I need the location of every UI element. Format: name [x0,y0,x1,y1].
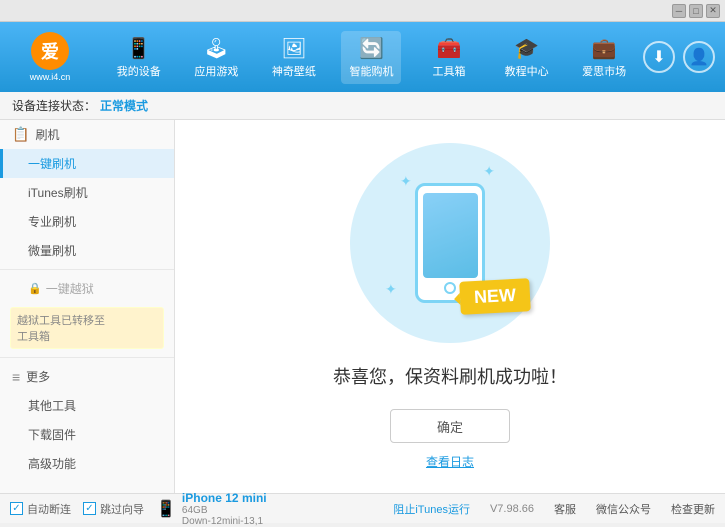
flash-section-icon: 📋 [12,126,29,143]
phone-screen [423,193,478,278]
nav-apps-games[interactable]: 🕹 应用游戏 [186,31,246,84]
apps-games-icon: 🕹 [204,36,229,61]
skip-wizard-checkbox-box[interactable]: ✓ [83,502,96,515]
nav-wallpaper[interactable]: 🖼 神奇壁纸 [264,31,324,84]
nav-bar: 📱 我的设备 🕹 应用游戏 🖼 神奇壁纸 🔄 智能购机 🧰 工具箱 🎓 教程中心… [100,31,643,84]
my-device-label: 我的设备 [117,63,161,79]
apple-shop-label: 爱思市场 [582,63,626,79]
check-update-link[interactable]: 检查更新 [671,501,715,517]
connection-status-value: 正常模式 [100,97,148,114]
status-bar: 设备连接状态： 正常模式 [0,92,725,120]
device-name: iPhone 12 mini [182,491,267,505]
new-badge: NEW [459,278,531,315]
apps-games-label: 应用游戏 [194,63,238,79]
wechat-link[interactable]: 微信公众号 [596,501,651,517]
nav-my-device[interactable]: 📱 我的设备 [109,31,169,84]
skip-wizard-checkbox[interactable]: ✓ 跳过向导 [83,501,144,517]
auto-close-label: 自动断连 [27,501,71,517]
logo[interactable]: 爱 www.i4.cn [10,32,90,82]
sidebar-item-download-firmware[interactable]: 下载固件 [0,420,174,449]
window-controls: ─ □ ✕ [672,4,720,18]
jailbreak-notice: 越狱工具已转移至工具箱 [10,307,164,349]
content-area: ✦ ✦ ✦ NEW 恭喜您，保资料刷机成功啦！ 确定 查看日志 [175,120,725,493]
lock-icon: 🔒 [28,282,42,295]
tutorial-icon: 🎓 [514,36,539,61]
bottom-bar: ✓ 自动断连 ✓ 跳过向导 📱 iPhone 12 mini 64GB Down… [0,493,725,523]
smart-shop-label: 智能购机 [349,63,393,79]
sidebar-item-pro-flash[interactable]: 专业刷机 [0,207,174,236]
divider-1 [0,269,174,270]
hero-circle: ✦ ✦ ✦ NEW [350,143,550,343]
sidebar-item-advanced[interactable]: 高级功能 [0,449,174,478]
wallpaper-label: 神奇壁纸 [272,63,316,79]
wallpaper-icon: 🖼 [281,36,306,61]
sidebar-flash-header[interactable]: 📋 刷机 [0,120,174,149]
sidebar-item-itunes-flash[interactable]: iTunes刷机 [0,178,174,207]
maximize-button[interactable]: □ [689,4,703,18]
logo-icon: 爱 [31,32,69,70]
device-phone-icon: 📱 [156,499,176,519]
toolbox-label: 工具箱 [433,63,466,79]
minimize-button[interactable]: ─ [672,4,686,18]
title-bar: ─ □ ✕ [0,0,725,22]
download-button[interactable]: ⬇ [643,41,675,73]
bottom-left: ✓ 自动断连 ✓ 跳过向导 📱 iPhone 12 mini 64GB Down… [10,491,393,527]
connection-status-label: 设备连接状态： [12,97,96,114]
star-icon-3: ✦ [385,281,397,298]
logo-url: www.i4.cn [30,72,71,82]
close-button[interactable]: ✕ [706,4,720,18]
sidebar-item-other-tools[interactable]: 其他工具 [0,391,174,420]
hero-illustration: ✦ ✦ ✦ NEW [350,143,550,343]
nav-tutorial[interactable]: 🎓 教程中心 [497,31,557,84]
header-actions: ⬇ 👤 [643,41,715,73]
auto-close-checkbox-box[interactable]: ✓ [10,502,23,515]
more-section-icon: ≡ [12,369,20,385]
skip-wizard-label: 跳过向导 [100,501,144,517]
star-icon-1: ✦ [400,173,412,190]
bottom-right: 阻止iTunes运行 V7.98.66 客服 微信公众号 检查更新 [393,501,715,517]
apple-shop-icon: 💼 [592,36,617,61]
sidebar: 📋 刷机 一键刷机 iTunes刷机 专业刷机 微量刷机 🔒 一键越狱 越狱工具… [0,120,175,493]
smart-shop-icon: 🔄 [359,36,384,61]
success-title: 恭喜您，保资料刷机成功啦！ [333,363,567,389]
sidebar-more-header[interactable]: ≡ 更多 [0,362,174,391]
more-section-label: 更多 [26,368,50,385]
itunes-status-link[interactable]: 阻止iTunes运行 [393,501,470,517]
customer-service-link[interactable]: 客服 [554,501,576,517]
sidebar-item-data-flash[interactable]: 微量刷机 [0,236,174,265]
flash-section-label: 刷机 [35,126,59,143]
device-version: Down-12mini-13,1 [182,516,267,527]
nav-smart-shop[interactable]: 🔄 智能购机 [341,31,401,84]
nav-apple-shop[interactable]: 💼 爱思市场 [574,31,634,84]
version-number: V7.98.66 [490,503,534,515]
account-button[interactable]: 👤 [683,41,715,73]
auto-close-checkbox[interactable]: ✓ 自动断连 [10,501,71,517]
view-log-link[interactable]: 查看日志 [426,453,474,470]
device-info: 📱 iPhone 12 mini 64GB Down-12mini-13,1 [156,491,267,527]
toolbox-icon: 🧰 [437,36,462,61]
header: 爱 www.i4.cn 📱 我的设备 🕹 应用游戏 🖼 神奇壁纸 🔄 智能购机 … [0,22,725,92]
main-area: 📋 刷机 一键刷机 iTunes刷机 专业刷机 微量刷机 🔒 一键越狱 越狱工具… [0,120,725,493]
device-storage: 64GB [182,505,267,516]
my-device-icon: 📱 [126,36,151,61]
device-details: iPhone 12 mini 64GB Down-12mini-13,1 [182,491,267,527]
nav-toolbox[interactable]: 🧰 工具箱 [419,31,479,84]
tutorial-label: 教程中心 [505,63,549,79]
divider-2 [0,357,174,358]
sidebar-jailbreak-locked: 🔒 一键越狱 [0,274,174,303]
star-icon-2: ✦ [483,163,495,180]
sidebar-item-one-click-flash[interactable]: 一键刷机 [0,149,174,178]
confirm-button[interactable]: 确定 [390,409,510,443]
